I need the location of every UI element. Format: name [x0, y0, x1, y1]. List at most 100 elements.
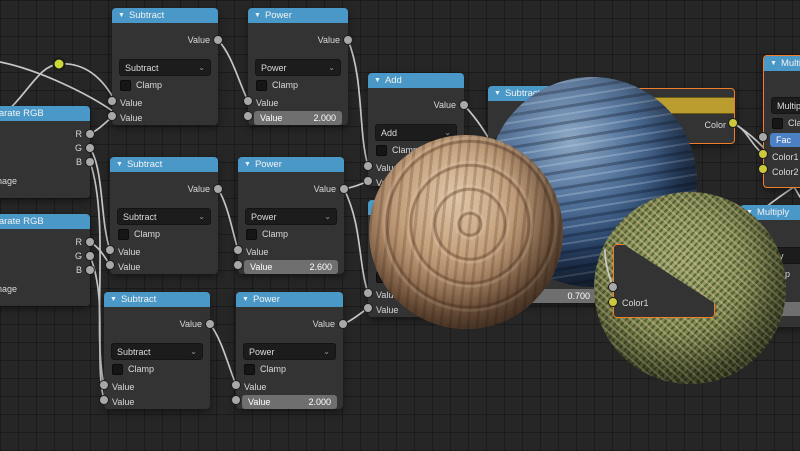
clamp-checkbox[interactable]: Clamp — [236, 363, 343, 375]
node-title: Power — [254, 159, 282, 170]
value-socket[interactable] — [363, 303, 373, 313]
node-subtract-1[interactable]: ▼ Subtract Value Subtract ⌄ Clamp Value Va… — [112, 8, 218, 125]
fac-slider[interactable]: Fac — [770, 133, 800, 147]
checkbox-icon[interactable] — [118, 228, 129, 240]
value-socket[interactable] — [363, 161, 373, 171]
value-socket[interactable] — [231, 380, 241, 390]
operation-dropdown[interactable]: Power ⌄ — [255, 59, 341, 76]
node-editor-canvas[interactable]: ▼Separate RGB R G B Image ▼Separate RGB … — [0, 0, 800, 451]
value-socket[interactable] — [363, 176, 373, 186]
value-socket[interactable] — [105, 260, 115, 270]
collapse-icon[interactable]: ▼ — [242, 296, 249, 303]
node-header[interactable]: ▼ Subtract — [104, 292, 210, 307]
b-output-socket[interactable] — [85, 157, 95, 167]
collapse-icon[interactable]: ▼ — [118, 12, 125, 19]
value-slider[interactable]: Value 2.600 — [244, 260, 338, 274]
b-output-socket[interactable] — [85, 265, 95, 275]
value-socket[interactable] — [363, 288, 373, 298]
collapse-icon[interactable]: ▼ — [244, 161, 251, 168]
checkbox-icon[interactable] — [244, 363, 255, 375]
color-output-socket[interactable] — [728, 118, 738, 128]
value-socket[interactable] — [107, 111, 117, 121]
collapse-icon[interactable]: ▼ — [494, 90, 501, 97]
node-header[interactable]: ▼Separate RGB — [0, 106, 90, 121]
node-header[interactable]: ▼Add — [368, 73, 464, 88]
node-header[interactable]: ▼ Subtract — [110, 157, 218, 172]
clamp-checkbox[interactable]: Clamp — [110, 228, 218, 240]
node-header[interactable]: ▼ Power — [236, 292, 343, 307]
checkbox-icon[interactable] — [376, 144, 387, 156]
value-socket[interactable] — [231, 395, 241, 405]
input-value-1: Value — [120, 98, 143, 108]
input-image: Image — [0, 284, 18, 294]
value-socket[interactable] — [243, 111, 253, 121]
value-socket[interactable] — [459, 100, 469, 110]
value-socket[interactable] — [99, 380, 109, 390]
node-subtract-3[interactable]: ▼ Subtract Value Subtract ⌄ Clamp Value Va… — [104, 292, 210, 409]
collapse-icon[interactable]: ▼ — [254, 12, 261, 19]
node-header[interactable]: ▼Multiply — [764, 56, 800, 71]
node-title: Power — [264, 10, 292, 21]
operation-dropdown[interactable]: Subtract⌄ — [119, 59, 211, 76]
node-power-3[interactable]: ▼ Power Value Power ⌄ Clamp Value Value 2.0… — [236, 292, 343, 409]
value-input-socket[interactable] — [608, 282, 618, 292]
operation-dropdown[interactable]: Subtract⌄ — [111, 343, 203, 360]
blend-mode-dropdown[interactable]: Multiply⌄ — [771, 97, 800, 114]
value-socket[interactable] — [205, 319, 215, 329]
value-socket[interactable] — [99, 395, 109, 405]
node-power-2[interactable]: ▼ Power Value Power ⌄ Clamp Value Value 2.6… — [238, 157, 344, 274]
clamp-checkbox[interactable]: Clamp — [104, 363, 210, 375]
node-power-1[interactable]: ▼ Power Value Power ⌄ Clamp Value Value 2.0… — [248, 8, 348, 125]
node-separate-rgb-2[interactable]: ▼Separate RGB R G B Image — [0, 214, 90, 306]
g-output-socket[interactable] — [85, 143, 95, 153]
r-output-socket[interactable] — [85, 237, 95, 247]
node-subtract-2[interactable]: ▼ Subtract Value Subtract ⌄ Clamp Value Va… — [110, 157, 218, 274]
checkbox-icon[interactable] — [112, 363, 123, 375]
node-header[interactable]: ▼Separate RGB — [0, 214, 90, 229]
input-image: Image — [0, 176, 18, 186]
value-socket[interactable] — [343, 35, 353, 45]
value-socket[interactable] — [233, 260, 243, 270]
collapse-icon[interactable]: ▼ — [116, 161, 123, 168]
node-separate-rgb-1[interactable]: ▼Separate RGB R G B Image — [0, 106, 90, 198]
value-socket[interactable] — [339, 184, 349, 194]
node-header[interactable]: ▼ Subtract — [112, 8, 218, 23]
checkbox-icon[interactable] — [256, 79, 267, 91]
operation-dropdown[interactable]: Power ⌄ — [245, 208, 337, 225]
output-value: Value — [433, 100, 456, 110]
fac-input-socket[interactable] — [758, 132, 768, 142]
node-header[interactable]: ▼ Power — [248, 8, 348, 23]
collapse-icon[interactable]: ▼ — [770, 60, 777, 67]
collapse-icon[interactable]: ▼ — [110, 296, 117, 303]
color-input-socket[interactable] — [608, 297, 618, 307]
reroute-dot[interactable] — [52, 57, 66, 71]
value-socket[interactable] — [213, 35, 223, 45]
node-multiply-mix[interactable]: ▼Multiply Multiply⌄ Clamp Fac Color1 Col… — [763, 55, 800, 188]
value-socket[interactable] — [338, 319, 348, 329]
clamp-checkbox[interactable]: Clamp — [764, 117, 800, 129]
value-socket[interactable] — [243, 96, 253, 106]
g-output-socket[interactable] — [85, 251, 95, 261]
node-header[interactable]: ▼ Power — [238, 157, 344, 172]
checkbox-icon[interactable] — [772, 117, 783, 129]
operation-dropdown[interactable]: Subtract⌄ — [117, 208, 211, 225]
clamp-checkbox[interactable]: Clamp — [248, 79, 348, 91]
clamp-checkbox[interactable]: Clamp — [238, 228, 344, 240]
value-socket[interactable] — [213, 184, 223, 194]
value-socket[interactable] — [233, 245, 243, 255]
value-slider[interactable]: Value 2.000 — [254, 111, 342, 125]
r-output-socket[interactable] — [85, 129, 95, 139]
color1-input-socket[interactable] — [758, 149, 768, 159]
node-link-wire — [217, 188, 239, 251]
checkbox-icon[interactable] — [246, 228, 257, 240]
clamp-checkbox[interactable]: Clamp — [112, 79, 218, 91]
input-value-2: Value — [120, 113, 143, 123]
node-title: Multiply — [780, 58, 800, 69]
operation-dropdown[interactable]: Power ⌄ — [243, 343, 336, 360]
value-socket[interactable] — [105, 245, 115, 255]
value-slider[interactable]: Value 2.000 — [242, 395, 337, 409]
value-socket[interactable] — [107, 96, 117, 106]
checkbox-icon[interactable] — [120, 79, 131, 91]
color2-input-socket[interactable] — [758, 164, 768, 174]
collapse-icon[interactable]: ▼ — [374, 77, 381, 84]
